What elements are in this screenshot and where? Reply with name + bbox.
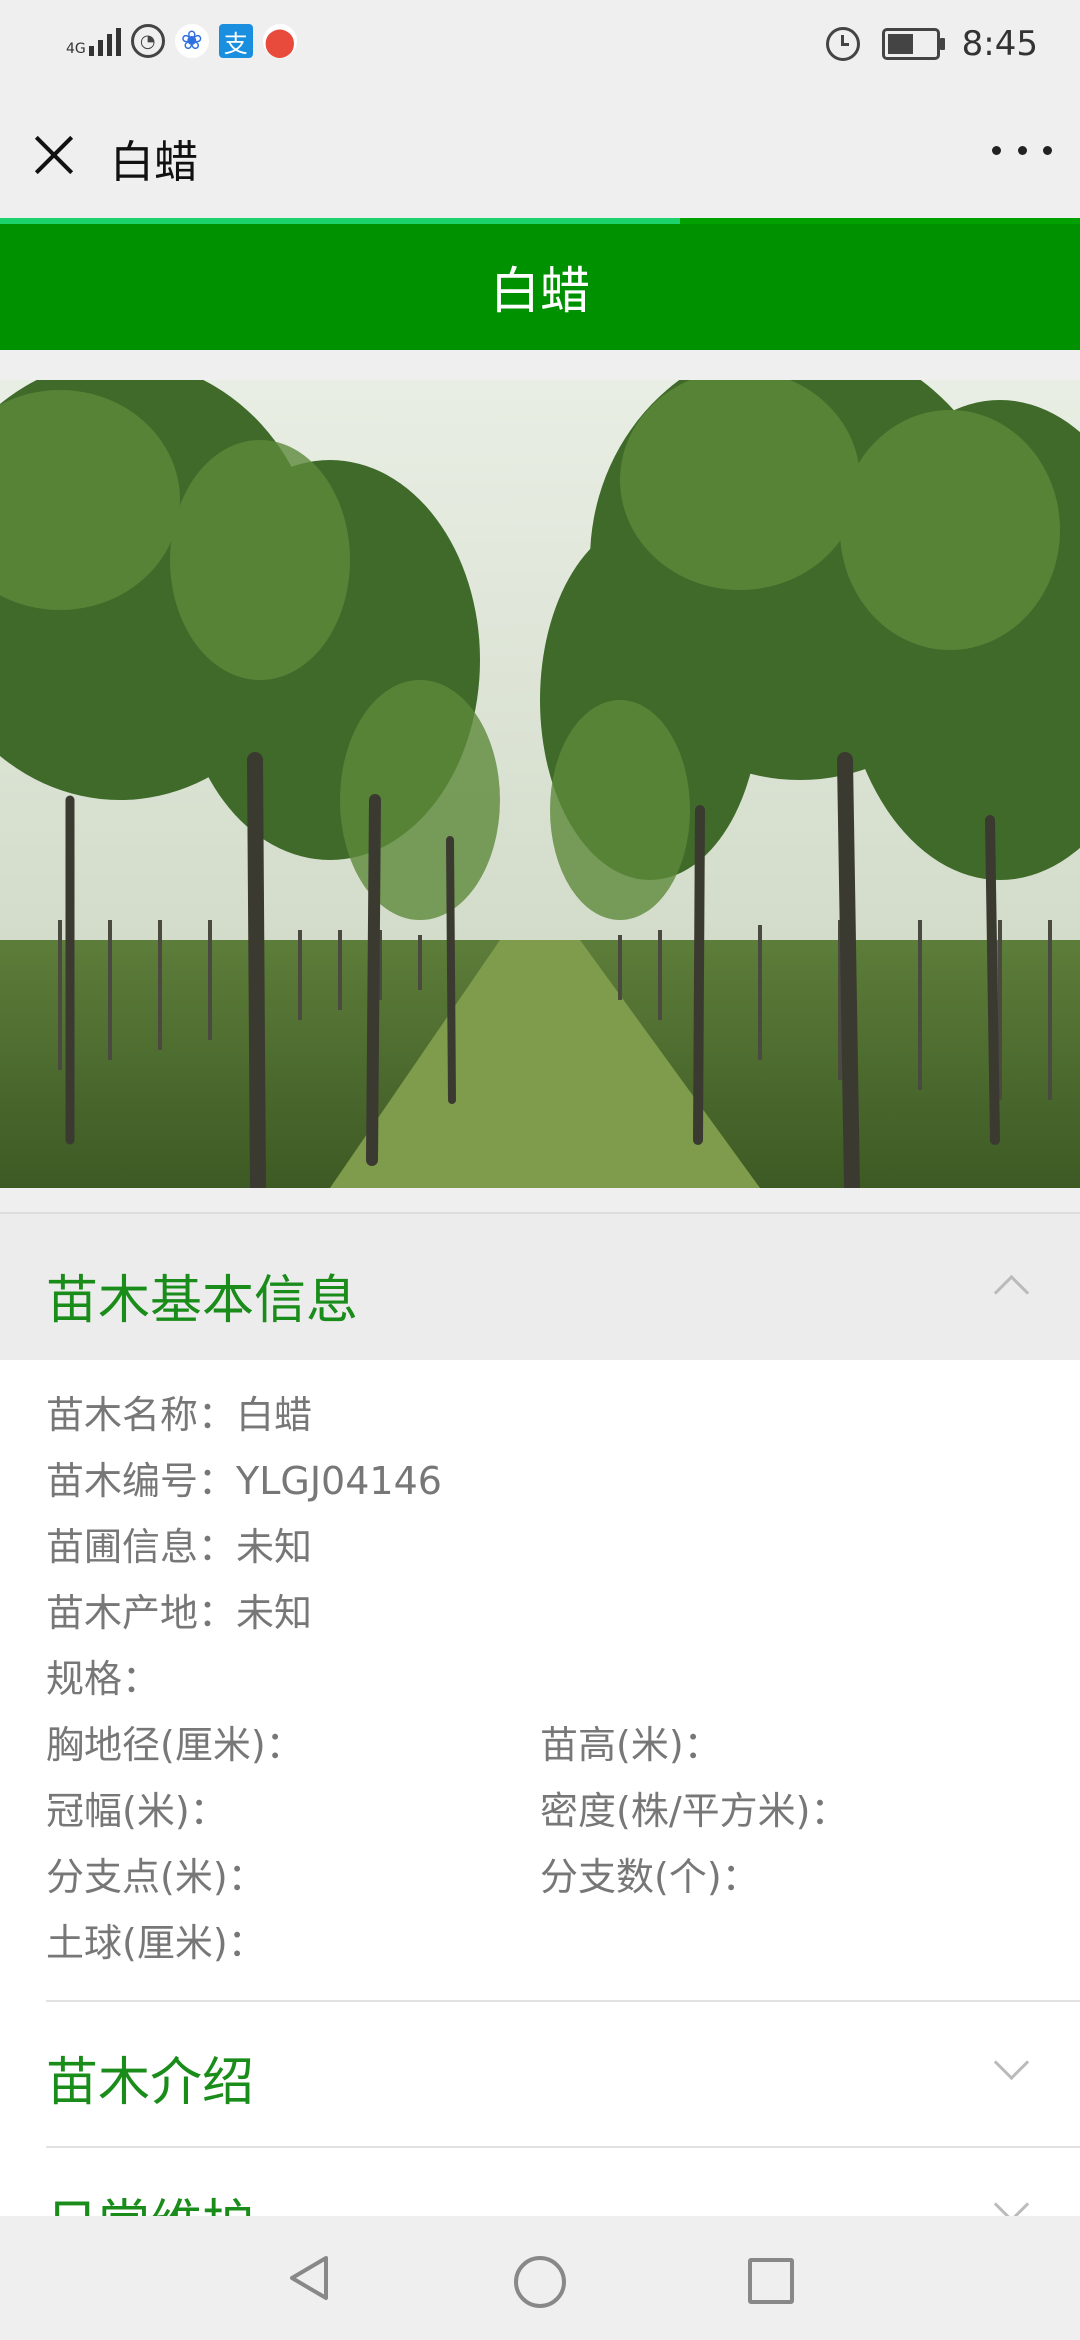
network-type: 4G (66, 41, 86, 57)
info-crown: 冠幅(米)： (46, 1789, 228, 1833)
more-icon[interactable] (992, 140, 1052, 160)
divider (46, 2000, 1080, 2002)
back-icon[interactable] (286, 2254, 332, 2302)
info-spec: 规格： (46, 1657, 161, 1701)
recent-apps-icon[interactable] (748, 2258, 794, 2304)
battery-icon (881, 28, 945, 60)
page-title: 白蜡 (110, 137, 198, 188)
chevron-up-icon (993, 1274, 1030, 1311)
signal-icon: 4G (66, 26, 121, 56)
alarm-icon (825, 27, 860, 61)
info-dbh: 胸地径(厘米)： (46, 1723, 304, 1767)
header-title: 白蜡 (0, 224, 1080, 350)
browser-icon: ◔ (130, 24, 165, 58)
info-height: 苗高(米)： (540, 1723, 722, 1767)
info-soil-ball: 土球(厘米)： (46, 1921, 266, 1965)
info-branch-point: 分支点(米)： (46, 1855, 266, 1899)
info-density: 密度(株/平方米)： (540, 1789, 849, 1833)
navigation-bar (0, 2216, 1080, 2340)
title-bar: 白蜡 (0, 90, 1080, 220)
divider (46, 2146, 1080, 2148)
basic-info-header[interactable]: 苗木基本信息 (0, 1212, 1080, 1362)
map-pin-icon: ⬤ (262, 24, 297, 58)
close-icon[interactable] (30, 130, 80, 180)
basic-info-title: 苗木基本信息 (46, 1271, 359, 1331)
home-icon[interactable] (514, 2256, 566, 2308)
info-origin: 苗木产地：未知 (46, 1591, 313, 1635)
info-nursery: 苗圃信息：未知 (46, 1525, 313, 1569)
status-icons-left: 4G ◔ ❀ 支 ⬤ (66, 24, 297, 58)
section-intro-title: 苗木介绍 (46, 2053, 255, 2113)
chevron-down-icon (993, 2044, 1030, 2081)
status-bar: 4G ◔ ❀ 支 ⬤ 8:45 (0, 0, 1080, 90)
basic-info-body: 苗木名称：白蜡 苗木编号：YLGJ04146 苗圃信息：未知 苗木产地：未知 规… (0, 1360, 1080, 2255)
alipay-icon: 支 (218, 24, 253, 58)
baidu-paw-icon: ❀ (174, 24, 209, 58)
info-code: 苗木编号：YLGJ04146 (46, 1459, 442, 1503)
status-icons-right: 8:45 (825, 24, 1038, 64)
info-name: 苗木名称：白蜡 (46, 1393, 313, 1437)
tree-photo (0, 380, 1080, 1188)
clock: 8:45 (961, 24, 1038, 64)
info-branch-count: 分支数(个)： (540, 1855, 760, 1899)
